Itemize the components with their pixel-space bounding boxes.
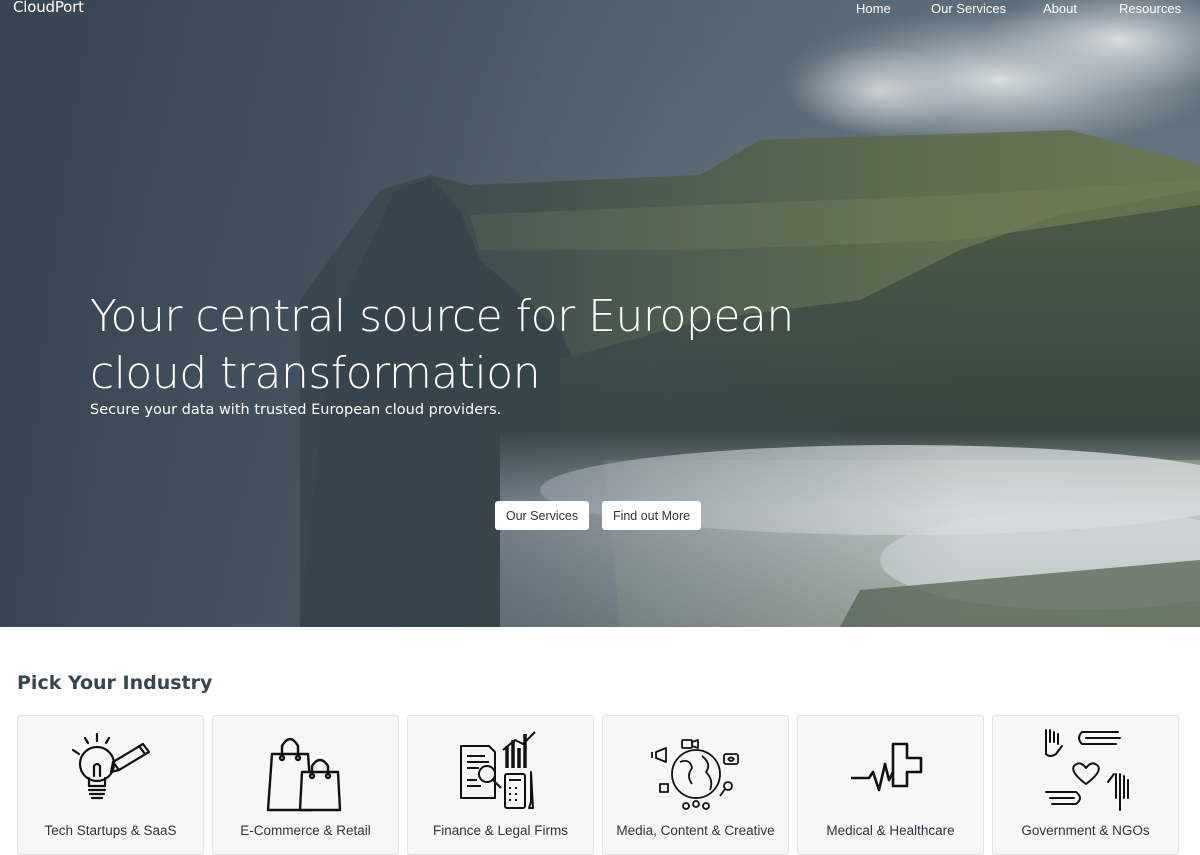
- hero-subline: Secure your data with trusted European c…: [90, 402, 502, 418]
- finance-documents-icon: [460, 731, 536, 809]
- industry-label: Media, Content & Creative: [616, 823, 775, 838]
- industry-card-media[interactable]: Media, Content & Creative: [602, 715, 789, 855]
- industry-card-finance-legal[interactable]: Finance & Legal Firms: [407, 715, 594, 855]
- nav-resources[interactable]: Resources: [1119, 1, 1181, 16]
- find-out-more-button[interactable]: Find out More: [602, 501, 701, 530]
- industry-label: Finance & Legal Firms: [432, 823, 569, 838]
- medical-cross-icon: [851, 742, 923, 792]
- nav-our-services[interactable]: Our Services: [931, 1, 1006, 16]
- helping-hands-icon: [1045, 729, 1129, 811]
- shopping-bags-icon: [266, 737, 342, 812]
- brand-logo[interactable]: CloudPort: [13, 0, 84, 16]
- industry-card-ecommerce[interactable]: E-Commerce & Retail: [212, 715, 399, 855]
- industry-label: Government & NGOs: [1021, 823, 1150, 838]
- hero-section: CloudPort Home Our Services About Resour…: [0, 0, 1200, 627]
- industry-card-medical[interactable]: Medical & Healthcare: [797, 715, 984, 855]
- media-globe-icon: [651, 739, 739, 810]
- hero-headline: Your central source for European cloud t…: [90, 291, 794, 399]
- industry-cards: Tech Startups & SaaS E-Commerce & Retail…: [17, 715, 1183, 855]
- our-services-button[interactable]: Our Services: [495, 501, 589, 530]
- industry-label: Tech Startups & SaaS: [44, 823, 177, 838]
- industry-label: Medical & Healthcare: [826, 823, 955, 838]
- lightbulb-pencil-icon: [71, 732, 151, 800]
- industry-label: E-Commerce & Retail: [240, 823, 371, 838]
- industries-title: Pick Your Industry: [17, 672, 213, 694]
- industry-card-government[interactable]: Government & NGOs: [992, 715, 1179, 855]
- industry-card-tech-startups[interactable]: Tech Startups & SaaS: [17, 715, 204, 855]
- nav-home[interactable]: Home: [856, 1, 891, 16]
- nav-about[interactable]: About: [1043, 1, 1077, 16]
